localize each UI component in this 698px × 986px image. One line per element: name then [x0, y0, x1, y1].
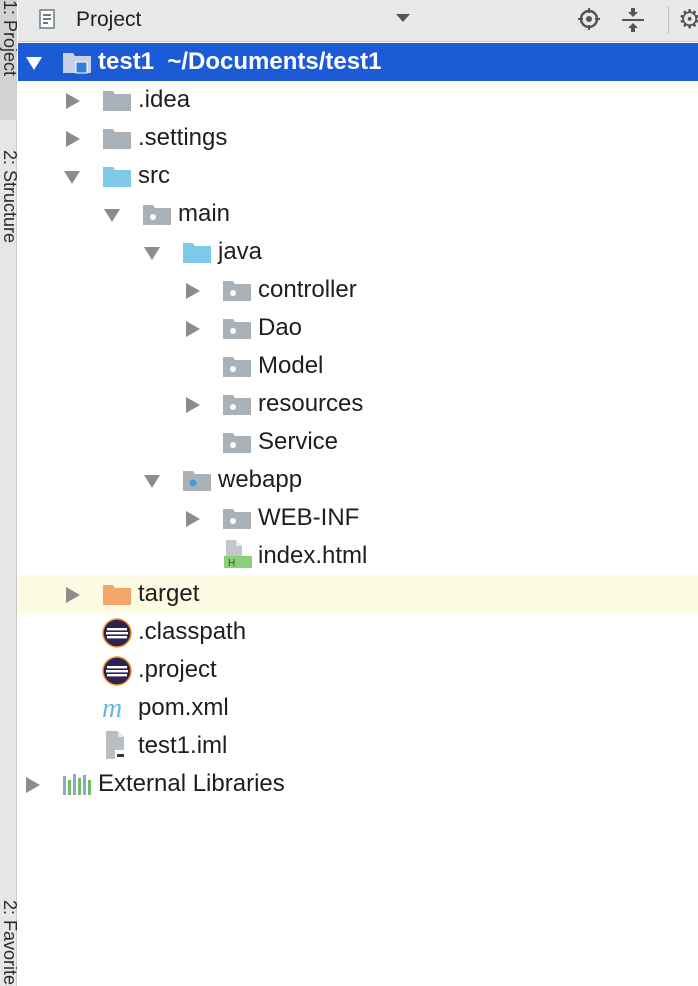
side-tab-structure-label: 2: Structure: [0, 150, 17, 244]
tree-item-settings[interactable]: .settings: [18, 119, 698, 157]
tree-item-label: External Libraries: [98, 770, 285, 797]
tree-item-pom-xml[interactable]: m pom.xml: [18, 689, 698, 727]
source-folder-icon: [183, 243, 211, 263]
maven-icon: m: [102, 693, 122, 723]
dropdown-icon[interactable]: [396, 14, 410, 22]
project-panel-header: Project ⚙: [18, 0, 698, 42]
tree-item-main[interactable]: main: [18, 195, 698, 233]
package-folder-icon: [223, 319, 251, 339]
tree-item-label: controller: [258, 276, 357, 303]
tree-item-controller[interactable]: controller: [18, 271, 698, 309]
project-tree: test1 ~/Documents/test1 .idea .settings …: [18, 43, 698, 803]
expand-arrow-icon[interactable]: [66, 587, 80, 603]
package-folder-icon: [223, 281, 251, 301]
package-folder-icon: [223, 509, 251, 529]
tree-item-label: main: [178, 200, 231, 227]
eclipse-icon: [102, 618, 132, 648]
package-folder-icon: [223, 357, 251, 377]
tree-item-web-inf[interactable]: WEB-INF: [18, 499, 698, 537]
tree-item-label: resources: [258, 390, 364, 417]
collapse-arrow-icon[interactable]: [144, 247, 160, 260]
svg-text:m: m: [102, 693, 122, 723]
tree-item-java[interactable]: java: [18, 233, 698, 271]
project-view-selector[interactable]: Project: [76, 8, 141, 32]
package-folder-icon: [223, 433, 251, 453]
tree-item-label: Model: [258, 352, 324, 379]
tree-item-classpath[interactable]: .classpath: [18, 613, 698, 651]
expand-arrow-icon[interactable]: [66, 93, 80, 109]
tree-item-label: .settings: [138, 124, 228, 151]
locate-icon[interactable]: [578, 8, 600, 30]
side-tab-favorites[interactable]: 2: Favorites: [0, 900, 17, 986]
expand-arrow-icon[interactable]: [186, 321, 200, 337]
tree-item-label: Dao: [258, 314, 303, 341]
tree-item-project[interactable]: .project: [18, 651, 698, 689]
tree-item-resources[interactable]: resources: [18, 385, 698, 423]
gear-icon[interactable]: ⚙: [678, 6, 698, 32]
project-view-icon: [39, 9, 55, 29]
collapse-arrow-icon[interactable]: [104, 209, 120, 222]
module-folder-icon: [63, 53, 91, 74]
side-tab-project[interactable]: 1: Project: [0, 0, 17, 120]
side-tab-project-label: 1: Project: [0, 0, 17, 77]
tree-item-label: webapp: [218, 466, 303, 493]
expand-arrow-icon[interactable]: [186, 511, 200, 527]
tree-item-label: target: [138, 580, 200, 607]
eclipse-icon: [102, 656, 132, 686]
expand-arrow-icon[interactable]: [186, 283, 200, 299]
html-file-icon: H: [224, 540, 252, 569]
tree-item-label: Service: [258, 428, 339, 455]
folder-icon: [103, 129, 131, 149]
excluded-folder-icon: [103, 585, 131, 605]
module-file-icon: [106, 731, 126, 759]
tree-item-test1-iml[interactable]: test1.iml: [18, 727, 698, 765]
tree-item-label: index.html: [258, 542, 368, 569]
expand-arrow-icon[interactable]: [26, 777, 40, 793]
tree-item-label: WEB-INF: [258, 504, 360, 531]
tree-item-service[interactable]: Service: [18, 423, 698, 461]
tree-item-label: test1.iml: [138, 732, 228, 759]
expand-arrow-icon[interactable]: [186, 397, 200, 413]
collapse-arrow-icon[interactable]: [144, 475, 160, 488]
tree-item-label: .classpath: [138, 618, 247, 645]
tree-item-label: .project: [138, 656, 217, 683]
expand-arrow-icon[interactable]: [26, 57, 42, 70]
expand-arrow-icon[interactable]: [66, 131, 80, 147]
libraries-icon: [63, 774, 91, 795]
tree-item-label: src: [138, 162, 170, 189]
tree-item-dao[interactable]: Dao: [18, 309, 698, 347]
side-tab-structure[interactable]: 2: Structure: [0, 150, 17, 320]
root-name: test1: [98, 48, 155, 75]
tree-item-webapp[interactable]: webapp: [18, 461, 698, 499]
tree-item-src[interactable]: src: [18, 157, 698, 195]
tree-item-external-libraries[interactable]: External Libraries: [18, 765, 698, 803]
tree-item-target[interactable]: target: [18, 575, 698, 613]
root-path: ~/Documents/test1: [167, 48, 382, 75]
svg-text:H: H: [228, 558, 235, 569]
side-tab-favorites-label: 2: Favorites: [0, 900, 17, 986]
tree-item-index-html[interactable]: H index.html: [18, 537, 698, 575]
folder-icon: [103, 91, 131, 111]
web-folder-icon: [183, 471, 211, 491]
tree-item-label: java: [218, 238, 263, 265]
tree-root-test1[interactable]: test1 ~/Documents/test1: [18, 43, 698, 81]
tool-window-strip: 1: Project 2: Structure 2: Favorites: [0, 0, 17, 986]
package-folder-icon: [223, 395, 251, 415]
collapse-arrow-icon[interactable]: [64, 171, 80, 184]
package-folder-icon: [143, 205, 171, 225]
collapse-all-icon[interactable]: [621, 8, 645, 32]
tree-item-idea[interactable]: .idea: [18, 81, 698, 119]
tree-item-model[interactable]: Model: [18, 347, 698, 385]
tree-item-label: .idea: [138, 86, 191, 113]
tree-item-label: pom.xml: [138, 694, 229, 721]
source-folder-icon: [103, 167, 131, 187]
header-separator: [668, 6, 669, 34]
